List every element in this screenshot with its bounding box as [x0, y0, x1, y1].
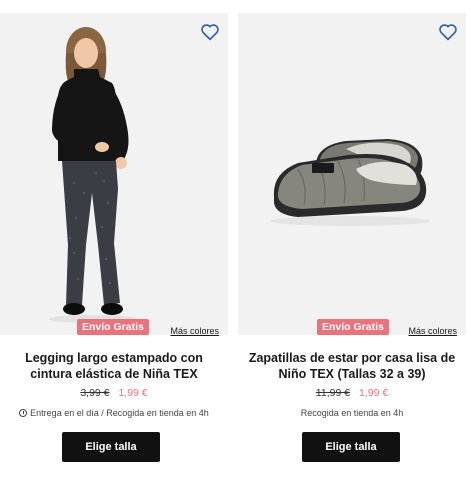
- sale-price: 1,99 €: [118, 387, 148, 399]
- product-title[interactable]: Zapatillas de estar por casa lisa de Niñ…: [242, 350, 462, 382]
- product-title[interactable]: Legging largo estampado con cintura elás…: [4, 350, 224, 382]
- price-row: 3,99 € 1,99 €: [0, 387, 228, 399]
- heart-outline-icon[interactable]: [438, 23, 458, 41]
- free-shipping-badge: Envío Gratis: [317, 319, 389, 335]
- product-card[interactable]: Envío Gratis Más colores Legging largo e…: [0, 13, 228, 488]
- girl-legging-photo: [49, 27, 137, 323]
- sale-price: 1,99 €: [358, 387, 389, 399]
- price-row: 11,99 € 1,99 €: [238, 387, 466, 399]
- slippers-photo: [270, 139, 430, 226]
- heart-outline-icon[interactable]: [200, 23, 220, 41]
- choose-size-button[interactable]: Elige talla: [302, 432, 400, 462]
- clock-icon: [19, 409, 28, 417]
- delivery-text: Entrega en el día / Recogida en tienda e…: [30, 408, 209, 418]
- more-colors-link[interactable]: Más colores: [408, 326, 457, 336]
- delivery-info: Entrega en el día / Recogida en tienda e…: [0, 408, 228, 418]
- product-card[interactable]: Envío Gratis Más colores Zapatillas de e…: [238, 13, 466, 488]
- old-price: 11,99 €: [315, 387, 351, 399]
- delivery-info: Recogida en tienda en 4h: [238, 408, 466, 418]
- more-colors-link[interactable]: Más colores: [170, 326, 219, 336]
- choose-size-button[interactable]: Elige talla: [62, 432, 160, 462]
- product-image[interactable]: [0, 13, 228, 335]
- free-shipping-badge: Envío Gratis: [77, 319, 149, 335]
- product-image[interactable]: [238, 13, 466, 335]
- old-price: 3,99 €: [80, 387, 110, 399]
- delivery-text: Recogida en tienda en 4h: [300, 408, 404, 418]
